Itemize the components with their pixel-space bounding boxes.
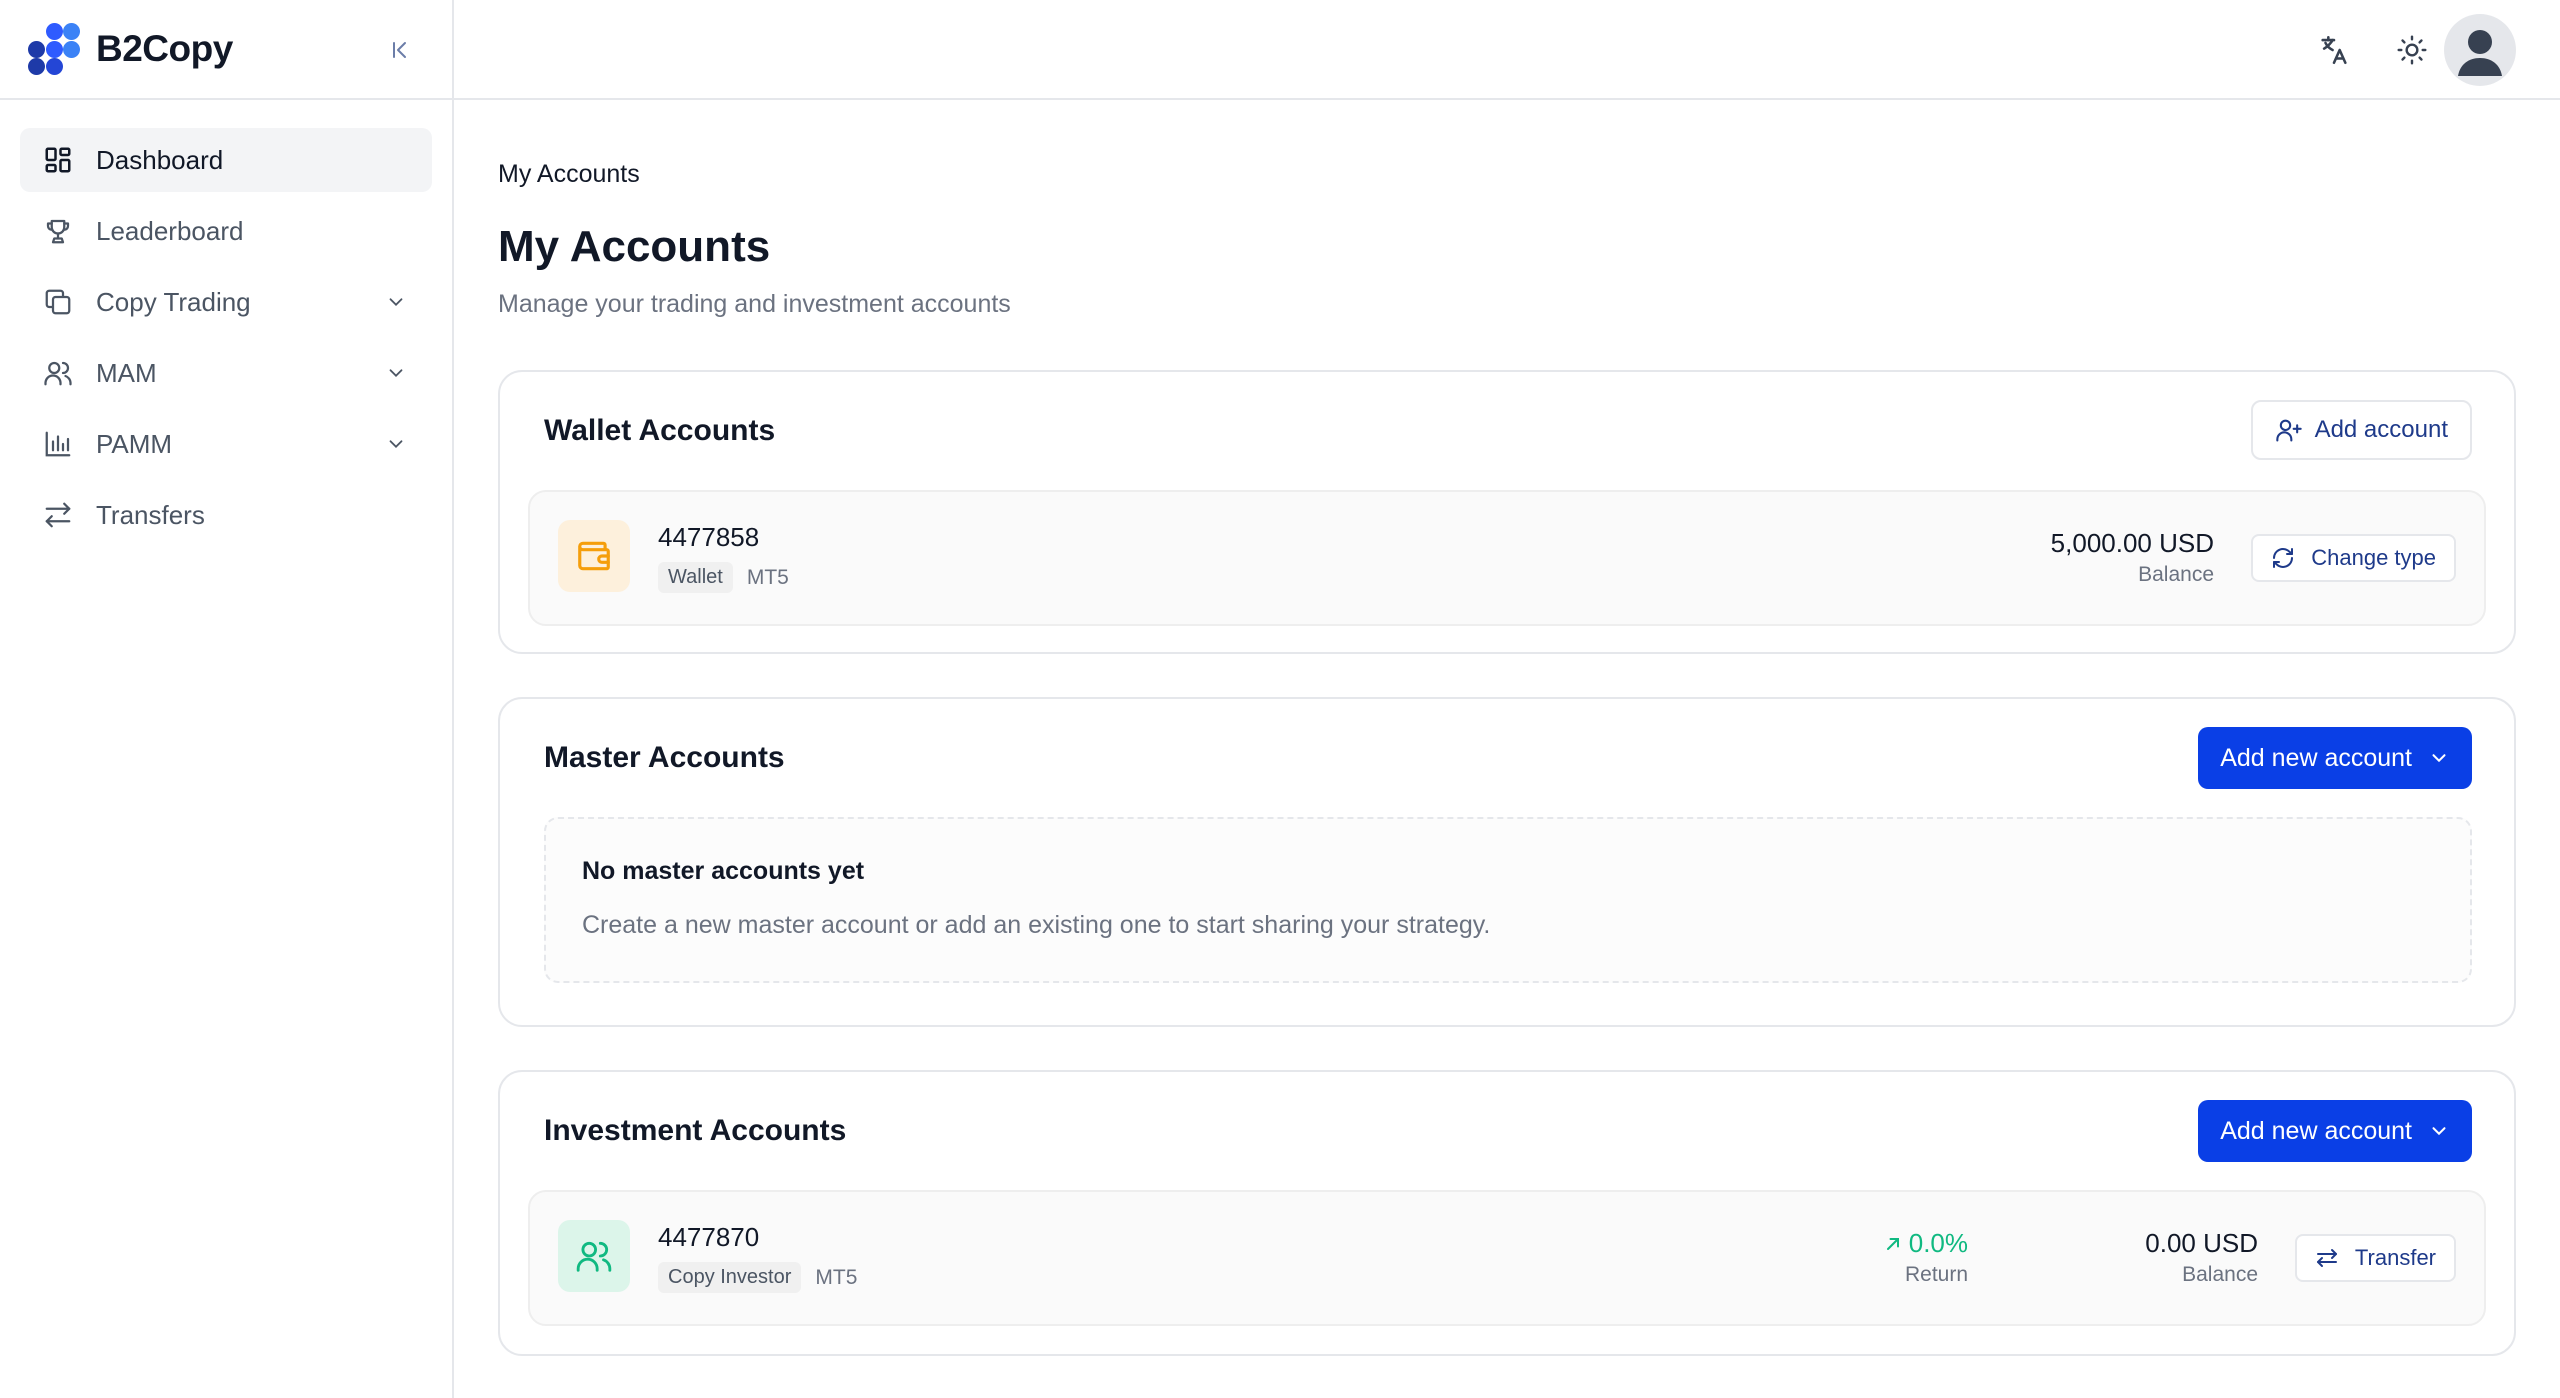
wallet-account-row[interactable]: 4477858 Wallet MT5 5,000.00 USD Balance … [528,490,2486,626]
chevron-down-icon [2428,747,2450,769]
transfer-icon [42,499,74,531]
transfer-button[interactable]: Transfer [2294,1234,2456,1282]
sidebar-item-mam[interactable]: MAM [20,341,432,405]
users-icon [558,1220,630,1292]
account-type-badge: Wallet [658,562,733,593]
account-platform: MT5 [746,565,789,589]
balance-label: Balance [2182,1263,2258,1286]
breadcrumb[interactable]: My Accounts [498,160,640,189]
return-label: Return [1904,1263,1968,1286]
chevron-down-icon [2428,1120,2450,1142]
transfer-icon [2315,1246,2339,1270]
wallet-accounts-card: Wallet Accounts Add account 4477858 Wall… [498,370,2516,654]
sidebar: B2Copy Dashboard Leaderboard Copy Tradin… [0,0,454,1398]
sun-icon[interactable] [2392,30,2432,70]
sidebar-item-leaderboard[interactable]: Leaderboard [20,199,432,263]
sidebar-item-transfers[interactable]: Transfers [20,483,432,547]
collapse-sidebar-icon[interactable] [384,34,416,66]
chevron-down-icon[interactable] [382,359,410,387]
sidebar-item-label: Copy Trading [96,286,251,317]
balance-value: 0.00 USD [2145,1228,2258,1258]
account-platform: MT5 [815,1265,858,1289]
add-user-icon [2275,416,2303,444]
investment-account-row[interactable]: 4477870 Copy Investor MT5 0.0% Return 0.… [528,1190,2486,1326]
empty-state: No master accounts yet Create a new mast… [544,817,2472,983]
add-new-master-account-button[interactable]: Add new account [2198,727,2472,789]
balance-block: 0.00 USD Balance [2145,1228,2258,1287]
wallet-icon [558,520,630,592]
master-accounts-card: Master Accounts Add new account No maste… [498,697,2516,1027]
sidebar-item-label: Dashboard [96,144,224,175]
balance-label: Balance [2138,563,2214,586]
add-new-investment-account-button[interactable]: Add new account [2198,1100,2472,1162]
add-new-account-label: Add new account [2220,743,2412,772]
sidebar-item-pamm[interactable]: PAMM [20,412,432,476]
bar-chart-icon [42,428,74,460]
return-block: 0.0% Return [1883,1228,1968,1287]
transfer-label: Transfer [2354,1245,2436,1270]
sidebar-item-label: PAMM [96,428,173,459]
sidebar-item-label: Transfers [96,499,205,530]
change-type-label: Change type [2311,545,2436,570]
account-type-badge: Copy Investor [658,1262,802,1293]
balance-value: 5,000.00 USD [2050,528,2214,558]
master-accounts-title: Master Accounts [544,741,785,774]
account-number: 4477858 [658,522,760,552]
balance-block: 5,000.00 USD Balance [2051,528,2214,587]
brand-name: B2Copy [96,28,233,69]
dashboard-icon [42,144,74,176]
sidebar-item-copy-trading[interactable]: Copy Trading [20,270,432,334]
brand-header: B2Copy [0,0,452,100]
page-title: My Accounts [498,222,771,271]
empty-state-title: No master accounts yet [582,857,865,885]
user-avatar[interactable] [2444,14,2516,86]
account-number: 4477870 [658,1222,760,1252]
b2copy-logo[interactable] [28,23,80,75]
return-value: 0.0% [1908,1228,1968,1258]
sidebar-item-dashboard[interactable]: Dashboard [20,128,432,192]
users-icon [42,357,74,389]
wallet-accounts-title: Wallet Accounts [544,414,776,447]
investment-accounts-title: Investment Accounts [544,1114,847,1147]
chevron-down-icon[interactable] [382,430,410,458]
add-account-label: Add account [2314,416,2448,443]
page-subtitle: Manage your trading and investment accou… [498,290,1011,318]
refresh-icon [2271,546,2295,570]
investment-accounts-card: Investment Accounts Add new account 4477… [498,1070,2516,1356]
arrow-up-right-icon [1883,1234,1903,1254]
sidebar-nav: Dashboard Leaderboard Copy Trading MAM P… [0,100,452,582]
sidebar-item-label: MAM [96,357,157,388]
add-new-account-label: Add new account [2220,1116,2412,1145]
change-type-button[interactable]: Change type [2251,534,2456,582]
copy-icon [42,286,74,318]
sidebar-item-label: Leaderboard [96,215,244,246]
topbar [454,0,2560,100]
trophy-icon [42,215,74,247]
translate-icon[interactable] [2314,30,2354,70]
empty-state-text: Create a new master account or add an ex… [582,911,1491,939]
add-account-button[interactable]: Add account [2250,400,2472,460]
chevron-down-icon[interactable] [382,288,410,316]
